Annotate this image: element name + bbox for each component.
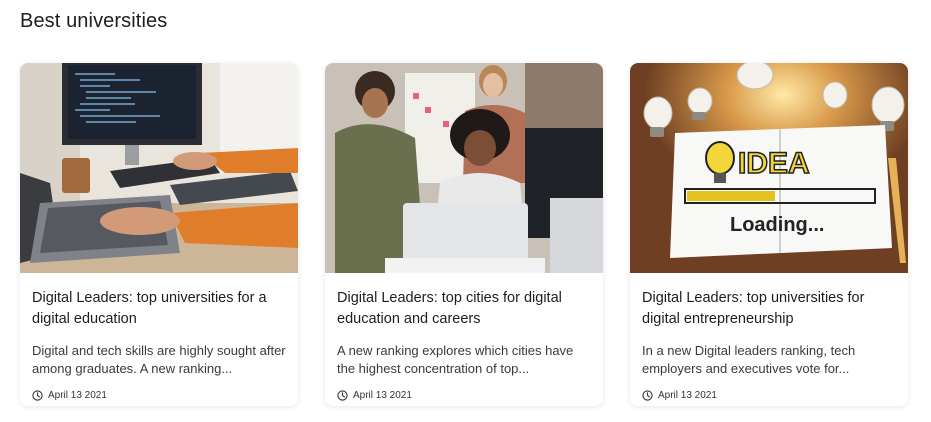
article-title[interactable]: Digital Leaders: top cities for digital … [337, 288, 591, 332]
article-date: April 13 2021 [642, 390, 896, 401]
card-body: Digital Leaders: top universities for di… [630, 273, 908, 401]
article-date-text: April 13 2021 [48, 390, 107, 401]
idea-loading-notebook-photo: IDEA Loading... [630, 63, 908, 273]
article-date: April 13 2021 [337, 390, 591, 401]
image-loading-text: Loading... [730, 214, 824, 236]
article-card[interactable]: IDEA Loading... Digital Leaders: top uni… [630, 63, 908, 406]
article-excerpt: A new ranking explores which cities have… [337, 343, 574, 376]
laptop-coding-photo [20, 63, 298, 273]
clock-icon [32, 390, 43, 401]
clock-icon [642, 390, 653, 401]
article-image[interactable]: IDEA Loading... [630, 63, 908, 273]
image-idea-text: IDEA [738, 147, 810, 180]
article-card[interactable]: Digital Leaders: top universities for a … [20, 63, 298, 406]
section-title: Best universities [20, 10, 168, 32]
card-body: Digital Leaders: top cities for digital … [325, 273, 603, 401]
article-date-text: April 13 2021 [353, 390, 412, 401]
article-excerpt: In a new Digital leaders ranking, tech e… [642, 343, 856, 376]
article-card-list: Digital Leaders: top universities for a … [20, 63, 908, 406]
article-date-text: April 13 2021 [658, 390, 717, 401]
students-at-computer-photo [325, 63, 603, 273]
article-excerpt: Digital and tech skills are highly sough… [32, 343, 286, 376]
article-card[interactable]: Digital Leaders: top cities for digital … [325, 63, 603, 406]
clock-icon [337, 390, 348, 401]
article-image[interactable] [325, 63, 603, 273]
card-body: Digital Leaders: top universities for a … [20, 273, 298, 401]
article-title[interactable]: Digital Leaders: top universities for di… [642, 288, 896, 332]
article-title[interactable]: Digital Leaders: top universities for a … [32, 288, 286, 332]
article-date: April 13 2021 [32, 390, 286, 401]
article-image[interactable] [20, 63, 298, 273]
